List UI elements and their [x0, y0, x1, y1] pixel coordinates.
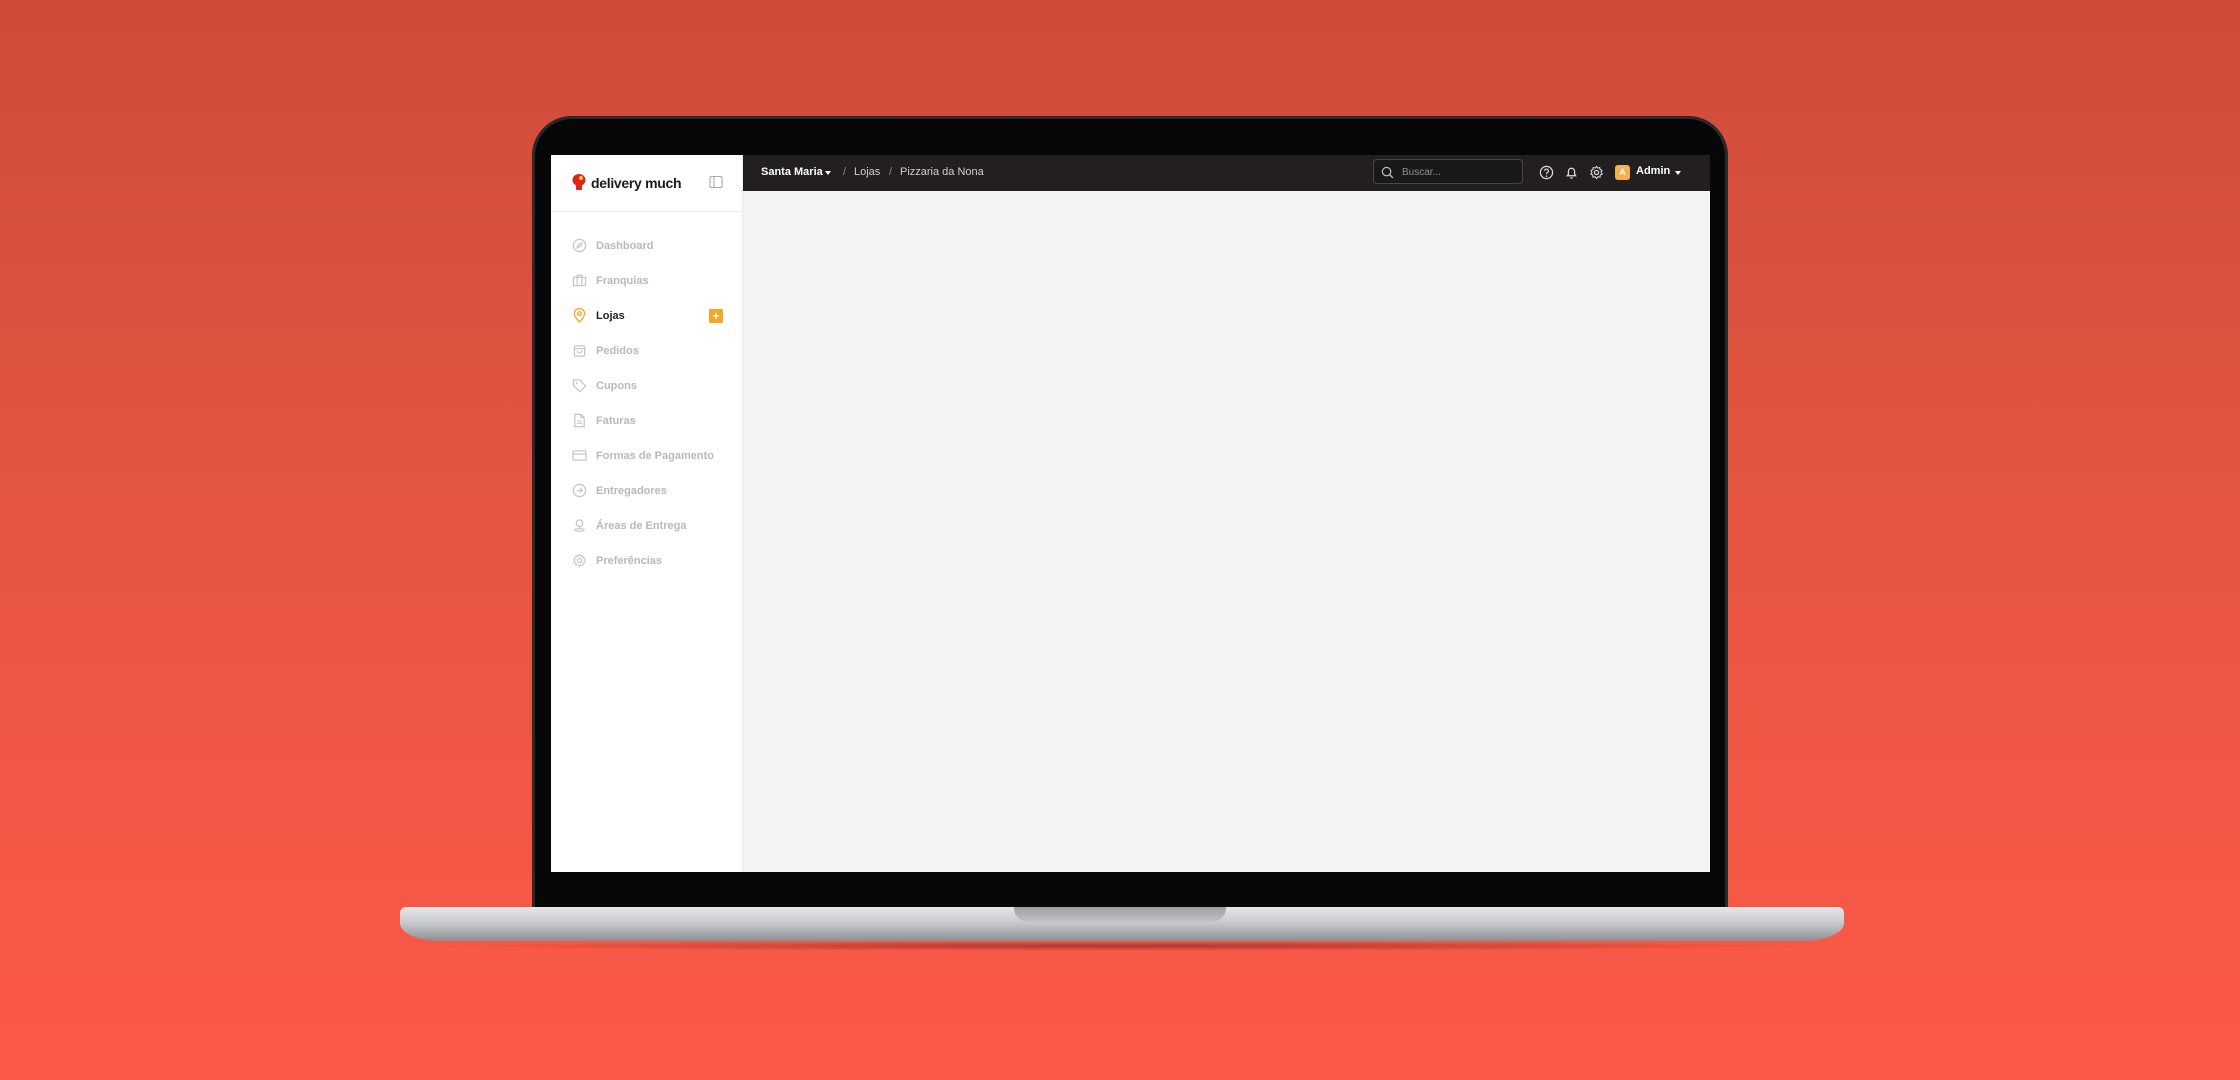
credit-card-icon	[572, 448, 587, 463]
gear-icon	[572, 553, 587, 568]
sidebar-item-areas-de-entrega[interactable]: Áreas de Entrega	[551, 508, 742, 543]
main-content	[743, 191, 1710, 872]
sidebar-item-label: Lojas	[596, 309, 625, 322]
delivery-icon	[572, 483, 587, 498]
help-icon[interactable]	[1539, 165, 1554, 180]
sidebar-collapse-icon[interactable]	[709, 175, 723, 189]
breadcrumb-lojas[interactable]: Lojas	[854, 166, 880, 178]
sidebar-item-label: Dashboard	[596, 239, 654, 252]
brand-name[interactable]: delivery much	[591, 175, 682, 191]
gear-icon[interactable]	[1589, 165, 1604, 180]
sidebar-item-entregadores[interactable]: Entregadores	[551, 473, 742, 508]
sidebar-item-label: Entregadores	[596, 484, 667, 497]
brand-logo-icon[interactable]	[572, 173, 586, 191]
sidebar-item-faturas[interactable]: Faturas	[551, 403, 742, 438]
chevron-down-icon[interactable]	[825, 171, 831, 175]
search-box[interactable]	[1373, 159, 1523, 184]
sidebar-item-label: Franquias	[596, 274, 649, 287]
compass-icon	[572, 238, 587, 253]
sidebar-item-label: Faturas	[596, 414, 636, 427]
add-store-button[interactable]: +	[709, 309, 723, 323]
file-icon	[572, 413, 587, 428]
sidebar-item-label: Cupons	[596, 379, 637, 392]
laptop-notch	[1014, 907, 1226, 922]
sidebar-item-label: Preferências	[596, 554, 663, 567]
sidebar-item-franquias[interactable]: Franquias	[551, 263, 742, 298]
breadcrumb-separator: /	[843, 166, 847, 178]
sidebar-item-cupons[interactable]: Cupons	[551, 368, 742, 403]
briefcase-icon	[572, 273, 587, 288]
tag-icon	[572, 378, 587, 393]
sidebar-item-label: Áreas de Entrega	[596, 519, 687, 532]
sidebar: delivery much Dashboard Franquias Lojas …	[551, 155, 743, 872]
city-selector[interactable]: Santa Maria	[761, 166, 823, 178]
bell-icon[interactable]	[1564, 165, 1579, 180]
shopping-bag-icon	[572, 343, 587, 358]
sidebar-item-formas-de-pagamento[interactable]: Formas de Pagamento	[551, 438, 742, 473]
laptop-shadow	[420, 941, 1824, 951]
user-menu[interactable]: Admin	[1636, 165, 1670, 177]
top-bar: Santa Maria / Lojas / Pizzaria da Nona A	[743, 155, 1710, 191]
brand-header: delivery much	[551, 155, 742, 212]
app-screen: delivery much Dashboard Franquias Lojas …	[551, 155, 1710, 872]
sidebar-item-label: Formas de Pagamento	[596, 449, 714, 462]
search-icon	[1381, 166, 1394, 179]
sidebar-nav: Dashboard Franquias Lojas + Pedidos Cupo…	[551, 212, 742, 578]
sidebar-item-preferencias[interactable]: Preferências	[551, 543, 742, 578]
sidebar-item-pedidos[interactable]: Pedidos	[551, 333, 742, 368]
sidebar-item-lojas[interactable]: Lojas +	[551, 298, 742, 333]
sidebar-item-dashboard[interactable]: Dashboard	[551, 228, 742, 263]
search-input[interactable]	[1400, 163, 1519, 182]
map-pin-icon	[572, 308, 587, 323]
sidebar-item-label: Pedidos	[596, 344, 639, 357]
chevron-down-icon[interactable]	[1675, 171, 1681, 175]
breadcrumb-current-page: Pizzaria da Nona	[900, 166, 984, 178]
avatar[interactable]: A	[1615, 165, 1630, 180]
breadcrumb-separator: /	[889, 166, 893, 178]
area-pin-icon	[572, 518, 587, 533]
